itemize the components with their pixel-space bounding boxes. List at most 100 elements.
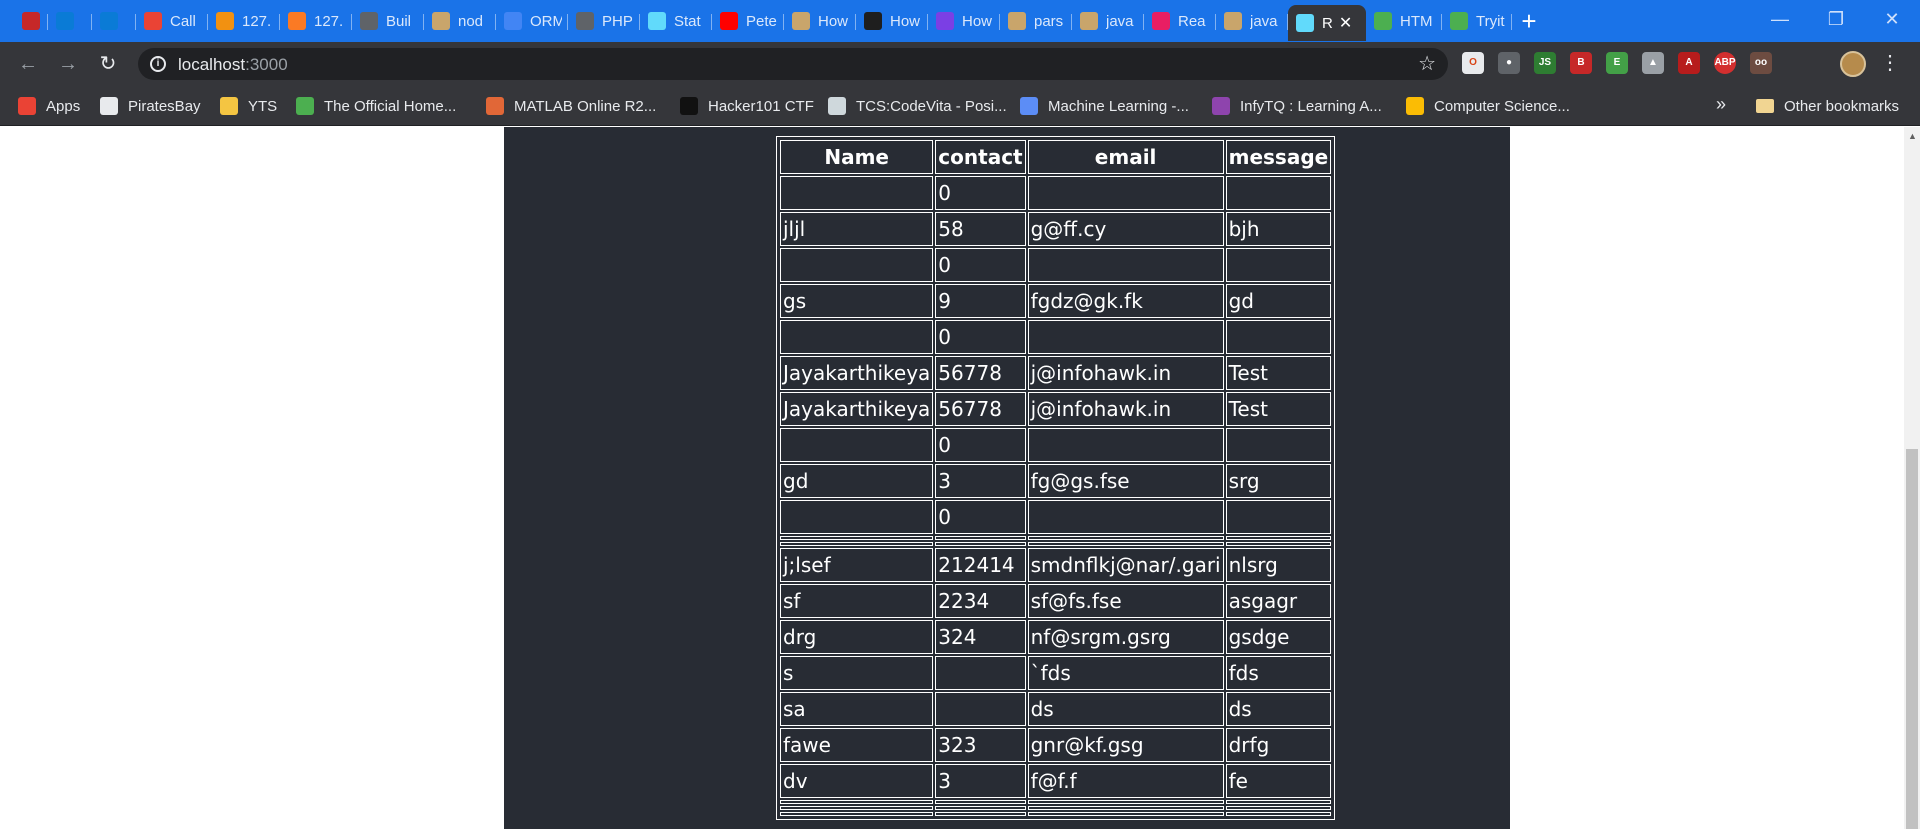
browser-tab[interactable]: 127. <box>280 6 352 36</box>
close-tab-icon[interactable]: ✕ <box>1339 13 1352 33</box>
back-icon[interactable]: ← <box>14 50 42 78</box>
bookmarks-overflow-icon[interactable]: » <box>1716 94 1726 115</box>
browser-tab[interactable]: How <box>856 6 928 36</box>
table-cell <box>1027 542 1224 546</box>
table-row: drg 324 nf@srgm.gsrg gsdge <box>780 620 1332 654</box>
table-cell: fawe <box>780 728 934 762</box>
page-scrollbar[interactable]: ▲ <box>1904 127 1920 829</box>
nodejs-extension-icon[interactable]: JS <box>1534 52 1556 74</box>
browser-tab[interactable]: 127. <box>208 6 280 36</box>
table-cell <box>1027 536 1224 540</box>
tab-title: nod <box>458 12 484 30</box>
mosaic-icon <box>22 12 40 30</box>
bookmark-item[interactable]: TCS:CodeVita - Posi... <box>828 95 1007 117</box>
tab-strip: Call 127. 127. Buil nod ORM PHP Stat Pete How How H… <box>0 0 1920 42</box>
book-extension-icon[interactable]: B <box>1570 52 1592 74</box>
doc-icon <box>1080 12 1098 30</box>
tab-title: How <box>818 12 849 30</box>
restore-icon[interactable]: ❐ <box>1808 0 1864 42</box>
browser-tab[interactable] <box>92 6 136 36</box>
browser-tab[interactable]: java <box>1072 6 1144 36</box>
tab-title: java <box>1106 12 1134 30</box>
table-cell <box>1027 320 1224 354</box>
table-cell: Test <box>1225 392 1332 426</box>
bookmark-star-icon[interactable]: ☆ <box>1418 51 1436 76</box>
browser-tab[interactable]: Rea <box>1144 6 1216 36</box>
browser-tab[interactable]: R ✕ <box>1288 5 1366 41</box>
table-row: dv 3 f@f.f fe <box>780 764 1332 798</box>
other-bookmarks[interactable]: Other bookmarks <box>1756 95 1899 117</box>
bookmark-item[interactable]: MATLAB Online R2... <box>486 95 656 117</box>
address-bar[interactable]: i localhost:3000 ☆ <box>138 48 1448 80</box>
scroll-thumb[interactable] <box>1906 449 1918 829</box>
browser-tab[interactable]: Call <box>136 6 208 36</box>
glasses-extension-icon[interactable]: oo <box>1750 52 1772 74</box>
browser-tab[interactable]: How <box>928 6 1000 36</box>
table-cell <box>1225 806 1332 810</box>
bookmark-item[interactable]: YTS <box>220 95 277 117</box>
table-cell <box>1027 800 1224 804</box>
browser-tab[interactable]: Pete <box>712 6 784 36</box>
table-cell <box>935 806 1026 810</box>
table-cell: 0 <box>935 176 1026 210</box>
table-cell: 2234 <box>935 584 1026 618</box>
bookmark-item[interactable]: Computer Science... <box>1406 95 1570 117</box>
table-cell <box>935 800 1026 804</box>
bulb-extension-icon[interactable]: ● <box>1498 52 1520 74</box>
bookmark-item[interactable]: The Official Home... <box>296 95 456 117</box>
table-cell <box>780 500 934 534</box>
doc-icon <box>792 12 810 30</box>
w3schools-icon <box>1374 12 1392 30</box>
xampp-icon <box>288 12 306 30</box>
profile-avatar[interactable] <box>1840 51 1866 77</box>
url-text[interactable]: localhost:3000 <box>178 55 288 75</box>
bookmark-item[interactable]: InfyTQ : Learning A... <box>1212 95 1382 117</box>
table-cell: 9 <box>935 284 1026 318</box>
bookmark-item[interactable]: Hacker101 CTF <box>680 95 814 117</box>
evernote-extension-icon[interactable]: E <box>1606 52 1628 74</box>
table-cell: 323 <box>935 728 1026 762</box>
browser-tab[interactable]: pars <box>1000 6 1072 36</box>
browser-tab[interactable]: Tryit <box>1442 6 1512 36</box>
header-contact: contact <box>935 140 1026 174</box>
adblock-extension-icon[interactable]: ABP <box>1714 52 1736 74</box>
browser-tab[interactable]: How <box>784 6 856 36</box>
browser-tab[interactable]: nod <box>424 6 496 36</box>
forward-icon[interactable]: → <box>54 50 82 78</box>
browser-tab[interactable]: HTM <box>1366 6 1442 36</box>
table-cell <box>1027 176 1224 210</box>
pdf-extension-icon[interactable]: A <box>1678 52 1700 74</box>
infinity-icon <box>1020 97 1038 115</box>
browser-tab[interactable]: ORM <box>496 6 568 36</box>
browser-tab[interactable] <box>48 6 92 36</box>
bookmark-item[interactable]: Machine Learning -... <box>1020 95 1189 117</box>
url-host: localhost <box>178 55 246 74</box>
browser-tab[interactable]: PHP <box>568 6 640 36</box>
bookmark-item[interactable]: Apps <box>18 95 80 117</box>
bookmark-item[interactable]: PiratesBay <box>100 95 201 117</box>
page-icon <box>360 12 378 30</box>
info-icon[interactable]: i <box>150 56 166 72</box>
scroll-up-icon[interactable]: ▲ <box>1908 131 1917 141</box>
browser-tab[interactable]: Stat <box>640 6 712 36</box>
minimize-icon[interactable]: — <box>1752 0 1808 42</box>
table-cell: bjh <box>1225 212 1332 246</box>
table-cell <box>1225 176 1332 210</box>
drive-extension-icon[interactable]: ▲ <box>1642 52 1664 74</box>
menu-icon[interactable]: ⋮ <box>1880 50 1900 75</box>
new-tab-button[interactable]: + <box>1512 6 1546 42</box>
table-cell: gd <box>1225 284 1332 318</box>
table-cell: ds <box>1225 692 1332 726</box>
table-row: 0 <box>780 176 1332 210</box>
browser-tab[interactable]: Buil <box>352 6 424 36</box>
reload-icon[interactable]: ↻ <box>94 50 122 78</box>
browser-tab[interactable]: java <box>1216 6 1288 36</box>
table-cell: f@f.f <box>1027 764 1224 798</box>
table-cell: 3 <box>935 464 1026 498</box>
close-window-icon[interactable]: ✕ <box>1864 0 1920 42</box>
office-extension-icon[interactable]: O <box>1462 52 1484 74</box>
react-icon <box>1296 14 1314 32</box>
table-cell <box>1225 500 1332 534</box>
url-port: :3000 <box>245 55 288 74</box>
browser-tab[interactable] <box>14 6 48 36</box>
